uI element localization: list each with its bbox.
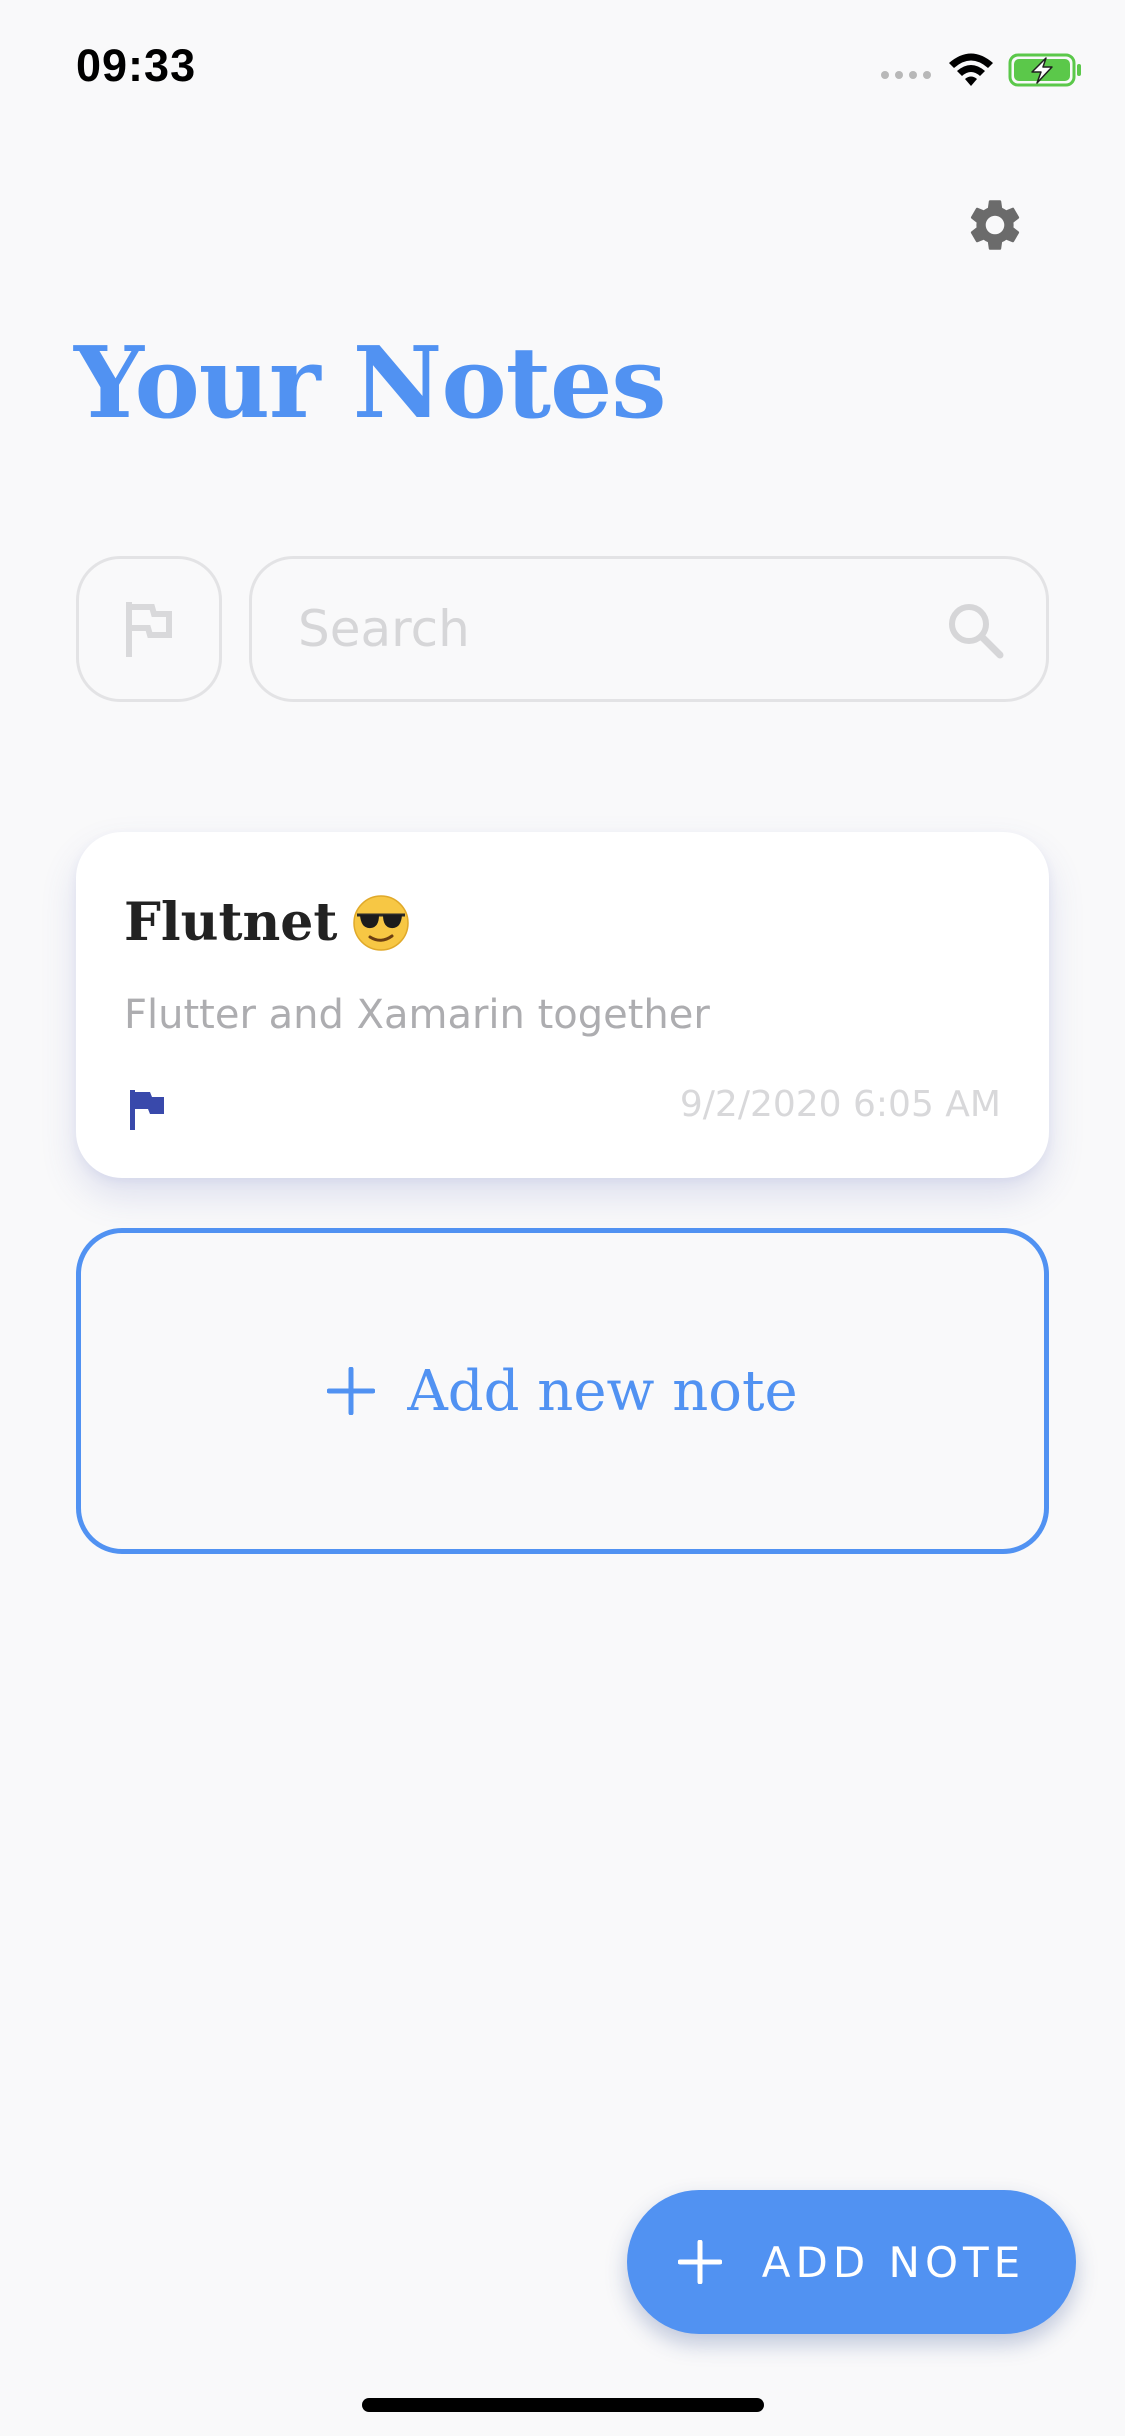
add-new-note-label: Add new note (407, 1358, 798, 1424)
sunglasses-emoji-icon (353, 894, 410, 951)
status-bar: 09:33 (0, 0, 1125, 132)
note-title: Flutnet (124, 892, 411, 953)
gear-icon (970, 200, 1020, 250)
add-note-fab-label: ADD NOTE (761, 2237, 1026, 2287)
flag-filled-icon[interactable] (128, 1088, 168, 1132)
page-title: Your Notes (74, 326, 667, 441)
signal-icon (881, 71, 931, 79)
search-box[interactable] (249, 556, 1049, 702)
settings-button[interactable] (960, 190, 1030, 260)
plus-icon (327, 1367, 376, 1415)
flag-filter-button[interactable] (76, 556, 222, 702)
plus-icon (677, 2240, 722, 2284)
add-new-note-tile[interactable]: Add new note (76, 1228, 1049, 1554)
note-date: 9/2/2020 6:05 AM (679, 1084, 1001, 1125)
search-icon[interactable] (946, 601, 1004, 659)
note-card[interactable]: Flutnet Flutter and Xamarin together 9/2… (76, 832, 1049, 1178)
battery-charging-icon (1008, 53, 1081, 87)
flag-outline-icon (126, 602, 172, 657)
status-time: 09:33 (76, 40, 197, 91)
search-input[interactable] (298, 579, 918, 679)
home-indicator[interactable] (362, 2398, 764, 2412)
add-note-fab[interactable]: ADD NOTE (627, 2190, 1076, 2334)
note-title-text: Flutnet (124, 892, 338, 953)
wifi-icon (949, 53, 993, 86)
note-body: Flutter and Xamarin together (124, 992, 710, 1038)
